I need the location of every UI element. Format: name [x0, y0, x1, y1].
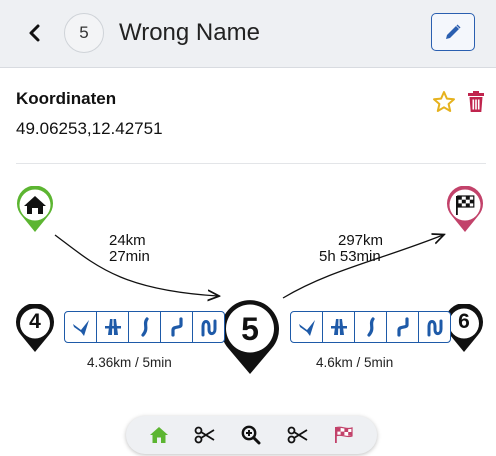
- switchback-road-icon: [418, 311, 451, 343]
- leg-out-distance: 297km: [338, 232, 384, 249]
- toolbar-home-button[interactable]: [145, 421, 173, 449]
- prev-waypoint-pin[interactable]: 4: [15, 303, 55, 359]
- bottom-toolbar: [126, 416, 377, 454]
- leg-in-distance: 24km: [109, 232, 146, 249]
- route-arrows: [54, 220, 496, 310]
- curve-road-icon: [128, 311, 161, 343]
- chevron-left-icon: [29, 24, 40, 42]
- leg-in-duration: 27min: [109, 248, 150, 265]
- current-waypoint-number: 5: [241, 311, 259, 347]
- exit-ramp-icon: [290, 311, 323, 343]
- coordinates-label: Koordinaten: [16, 89, 117, 108]
- header-bar: 5 Wrong Name: [0, 0, 496, 68]
- favorite-button[interactable]: [432, 90, 456, 114]
- checkered-flag-icon: [334, 426, 353, 443]
- road-types-next: [290, 311, 451, 343]
- highway-icon: [96, 311, 129, 343]
- star-outline-icon: [433, 91, 455, 112]
- winding-road-icon: [386, 311, 419, 343]
- segment-next-distance: 4.6km / 5min: [316, 355, 394, 370]
- winding-road-icon: [160, 311, 193, 343]
- scissors-icon: [194, 426, 215, 444]
- current-waypoint-pin: 5: [219, 298, 281, 381]
- zoom-in-icon: [242, 425, 261, 445]
- toolbar-cut-after-button[interactable]: [284, 421, 312, 449]
- edit-button[interactable]: [431, 13, 475, 51]
- scissors-icon: [287, 426, 308, 444]
- exit-ramp-icon: [64, 311, 97, 343]
- trash-icon: [468, 91, 484, 112]
- curve-road-icon: [354, 311, 387, 343]
- highway-icon: [322, 311, 355, 343]
- toolbar-zoom-button[interactable]: [237, 421, 265, 449]
- delete-button[interactable]: [465, 90, 487, 114]
- coordinates-value: 49.06253,12.42751: [16, 119, 163, 138]
- leg-out-duration: 5h 53min: [319, 248, 381, 265]
- page-title: Wrong Name: [119, 19, 260, 46]
- toolbar-finish-button[interactable]: [330, 421, 358, 449]
- switchback-road-icon: [192, 311, 225, 343]
- toolbar-cut-before-button[interactable]: [191, 421, 219, 449]
- segment-prev-distance: 4.36km / 5min: [87, 355, 172, 370]
- road-types-prev: [64, 311, 225, 343]
- prev-waypoint-number: 4: [29, 310, 41, 333]
- waypoint-number-badge: 5: [64, 13, 104, 53]
- home-icon: [150, 427, 169, 443]
- pencil-icon: [446, 24, 461, 39]
- back-button[interactable]: [20, 18, 50, 48]
- divider: [16, 163, 486, 164]
